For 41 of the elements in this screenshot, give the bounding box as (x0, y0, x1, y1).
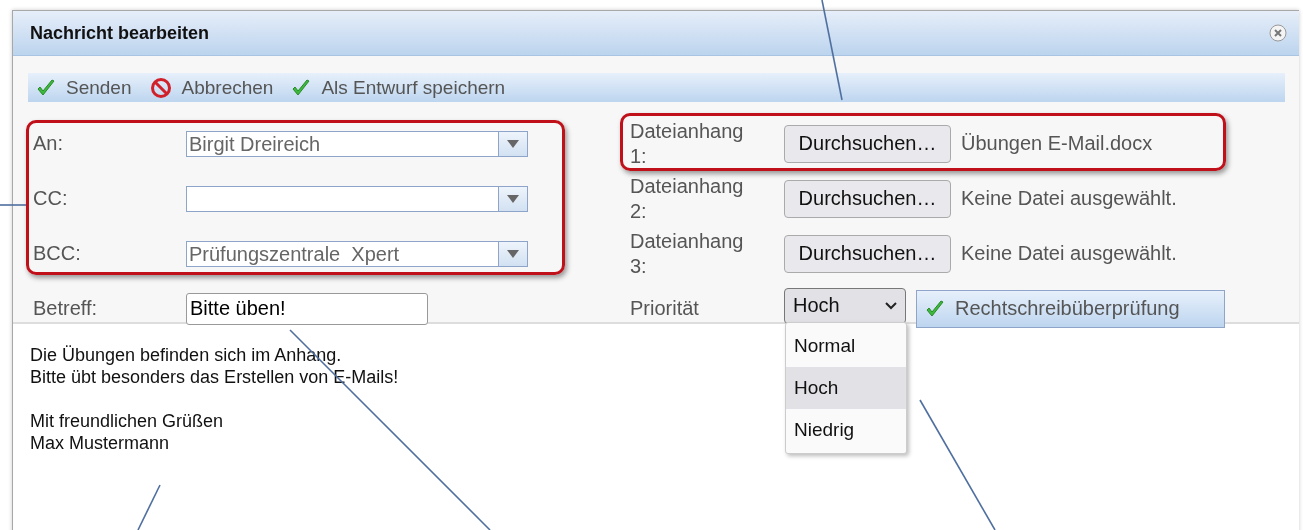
toolbar-button[interactable]: Als Entwurf speichern (291, 76, 506, 99)
browse-button[interactable]: Durchsuchen… (784, 179, 951, 218)
check-icon (36, 77, 56, 98)
window-title: Nachricht bearbeiten (30, 22, 211, 44)
browse-button[interactable]: Durchsuchen… (784, 124, 951, 163)
field-label: Dateianhang 2: (630, 173, 745, 224)
file-name: Keine Datei ausgewählt. (961, 242, 1177, 265)
recipient-combo[interactable]: Birgit Dreireich (186, 130, 528, 157)
menu-option[interactable]: Hoch (786, 367, 906, 409)
check-icon (925, 298, 945, 319)
check-icon (291, 77, 312, 98)
menu-option[interactable]: Niedrig (786, 409, 906, 451)
field-label: CC: (33, 187, 69, 210)
field-label: An: (33, 132, 65, 155)
message-text: Mit freundlichen Grüßen (30, 410, 224, 432)
leader-line (137, 484, 161, 530)
field-label: Betreff: (33, 297, 99, 320)
toolbar-button[interactable]: Senden (36, 76, 132, 99)
file-name: Keine Datei ausgewählt. (961, 187, 1177, 210)
subject-field[interactable]: Bitte üben! (186, 292, 428, 325)
file-name: Übungen E-Mail.docx (961, 132, 1153, 155)
field-label: Dateianhang 3: (630, 228, 745, 279)
leader-line (0, 204, 27, 206)
menu-option[interactable]: Normal (786, 325, 906, 367)
recipient-combo[interactable] (186, 185, 528, 212)
toolbar-button[interactable]: Abbrechen (149, 76, 274, 99)
chevron-icon (885, 301, 897, 310)
cancel-icon (149, 76, 172, 99)
browse-button[interactable]: Durchsuchen… (784, 234, 951, 273)
message-text: Max Mustermann (30, 432, 170, 454)
spellcheck-button[interactable]: Rechtschreibüberprüfung (916, 289, 1225, 328)
priority-select[interactable]: Hoch (784, 287, 906, 324)
field-label: Priorität (630, 296, 700, 321)
field-label: BCC: (33, 242, 82, 265)
close-icon[interactable] (1269, 24, 1287, 42)
dropdown-arrow-icon (507, 194, 519, 203)
recipient-combo[interactable]: Prüfungszentrale Xpert (186, 240, 528, 267)
field-label: Dateianhang 1: (630, 118, 745, 169)
dropdown-arrow-icon (507, 249, 519, 258)
dropdown-arrow-icon (507, 139, 519, 148)
message-text: Bitte übt besonders das Erstellen von E-Mails! (30, 366, 399, 388)
